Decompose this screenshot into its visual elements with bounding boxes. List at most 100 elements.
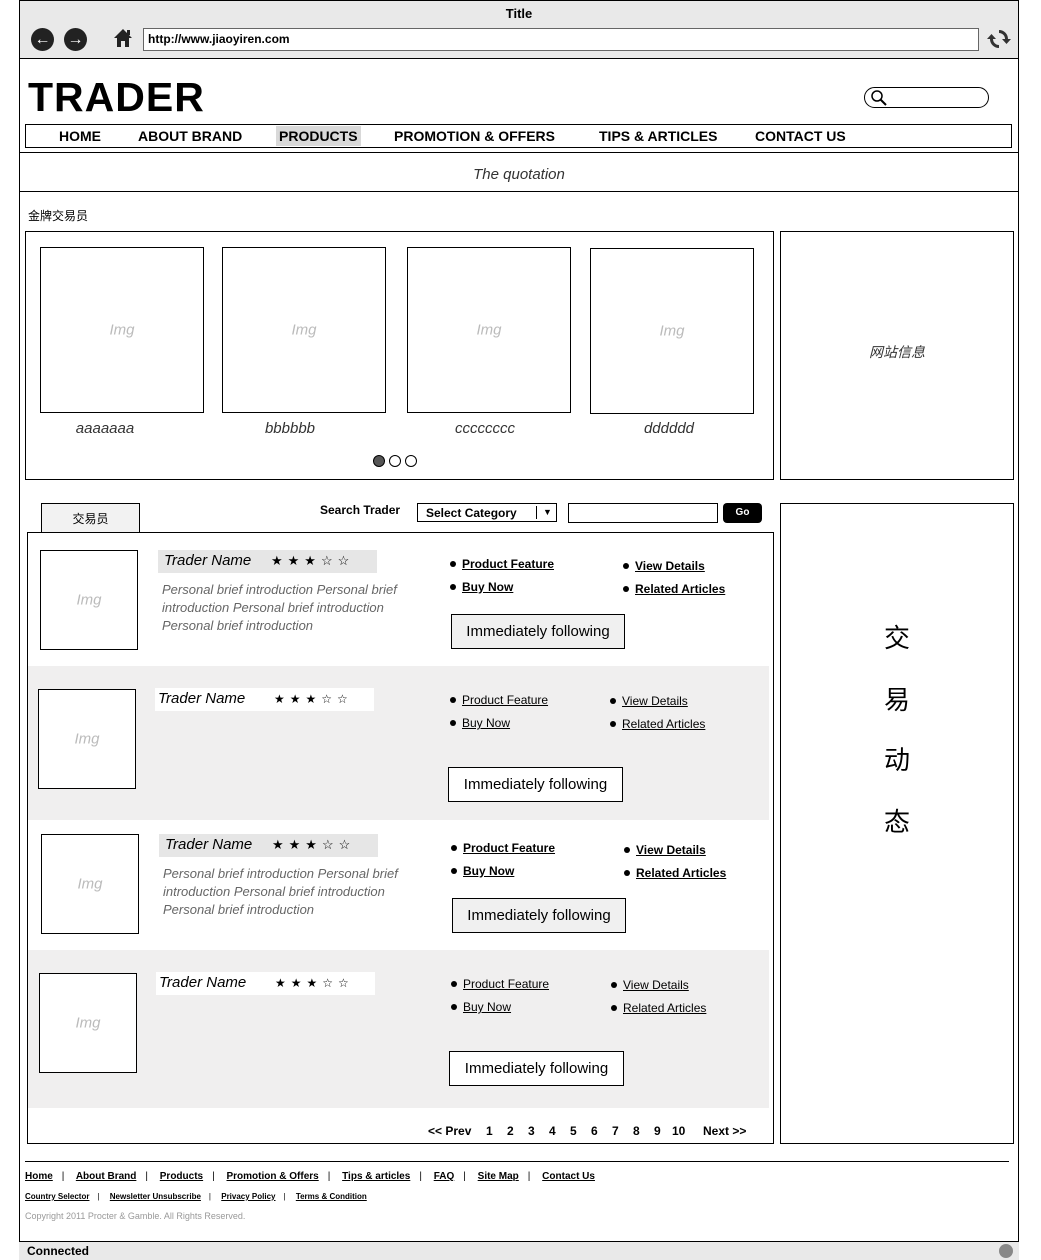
refresh-icon[interactable] bbox=[987, 27, 1011, 51]
view-details-link[interactable]: View Details bbox=[622, 694, 688, 708]
trader-search-input[interactable] bbox=[568, 503, 718, 523]
footer-link-home[interactable]: Home bbox=[25, 1171, 53, 1182]
footer-link-newsletter-unsubscribe[interactable]: Newsletter Unsubscribe bbox=[110, 1192, 201, 1201]
footer-link-faq[interactable]: FAQ bbox=[434, 1171, 455, 1182]
pagination-page[interactable]: 7 bbox=[612, 1124, 619, 1138]
trader-name-bar: Trader Name ★★★☆☆ bbox=[158, 550, 377, 573]
pagination-page[interactable]: 2 bbox=[507, 1124, 514, 1138]
footer-link-products[interactable]: Products bbox=[160, 1171, 203, 1182]
pagination-next[interactable]: Next >> bbox=[703, 1124, 746, 1138]
nav-home[interactable]: HOME bbox=[56, 126, 104, 146]
follow-button[interactable]: Immediately following bbox=[451, 614, 625, 649]
related-articles-link[interactable]: Related Articles bbox=[622, 717, 705, 731]
pagination-prev[interactable]: << Prev bbox=[428, 1124, 471, 1138]
related-articles-link[interactable]: Related Articles bbox=[635, 582, 725, 596]
related-articles-link[interactable]: Related Articles bbox=[636, 866, 726, 880]
trader-image[interactable]: Img bbox=[407, 247, 571, 413]
pagination-page[interactable]: 8 bbox=[633, 1124, 640, 1138]
footer-link-country-selector[interactable]: Country Selector bbox=[25, 1192, 89, 1201]
carousel-dot[interactable] bbox=[389, 455, 401, 467]
site-logo[interactable]: TRADER bbox=[28, 74, 205, 121]
nav-contact-us[interactable]: CONTACT US bbox=[752, 126, 849, 146]
trader-name[interactable]: Trader Name bbox=[164, 552, 251, 569]
trader-avatar[interactable]: Img bbox=[40, 550, 138, 650]
trader-avatar[interactable]: Img bbox=[39, 973, 137, 1073]
footer-link-contact-us[interactable]: Contact Us bbox=[542, 1171, 595, 1182]
carousel-dot[interactable] bbox=[373, 455, 385, 467]
trader-avatar[interactable]: Img bbox=[41, 834, 139, 934]
image-placeholder-label: Img bbox=[75, 1014, 101, 1032]
footer-link-privacy-policy[interactable]: Privacy Policy bbox=[221, 1192, 275, 1201]
bullet bbox=[451, 845, 457, 851]
status-bar: Connected bbox=[19, 1241, 1019, 1260]
product-feature-link[interactable]: Product Feature bbox=[462, 557, 554, 571]
product-feature-link[interactable]: Product Feature bbox=[463, 841, 555, 855]
quotation-text: The quotation bbox=[473, 166, 565, 183]
go-button[interactable]: Go bbox=[723, 503, 762, 523]
pagination-page[interactable]: 6 bbox=[591, 1124, 598, 1138]
trader-name-bar: Trader Name ★★★☆☆ bbox=[155, 688, 374, 711]
site-search-input[interactable] bbox=[864, 87, 989, 108]
trader-image[interactable]: Img bbox=[590, 248, 754, 414]
bullet bbox=[611, 1005, 617, 1011]
pagination-page[interactable]: 9 bbox=[654, 1124, 661, 1138]
pagination-page[interactable]: 3 bbox=[528, 1124, 535, 1138]
trader-intro: Personal brief introduction Personal bri… bbox=[162, 582, 397, 633]
view-details-link[interactable]: View Details bbox=[636, 843, 706, 857]
footer-link-promotion-offers[interactable]: Promotion & Offers bbox=[227, 1171, 319, 1182]
footer-link-about-brand[interactable]: About Brand bbox=[76, 1171, 137, 1182]
nav-products[interactable]: PRODUCTS bbox=[276, 126, 361, 146]
tab-traders[interactable]: 交易员 bbox=[41, 503, 140, 532]
status-text: Connected bbox=[27, 1244, 90, 1258]
trader-image[interactable]: Img bbox=[40, 247, 204, 413]
trader-avatar[interactable]: Img bbox=[38, 689, 136, 789]
nav-promotion-offers[interactable]: PROMOTION & OFFERS bbox=[391, 126, 558, 146]
nav-tips-articles[interactable]: TIPS & ARTICLES bbox=[596, 126, 721, 146]
pagination-page[interactable]: 5 bbox=[570, 1124, 577, 1138]
buy-now-link[interactable]: Buy Now bbox=[463, 864, 514, 878]
trader-name[interactable]: Trader Name bbox=[165, 836, 252, 853]
forward-icon[interactable]: → bbox=[64, 28, 87, 51]
footer-nav: Home | About Brand | Products | Promotion &… bbox=[25, 1171, 595, 1182]
buy-now-link[interactable]: Buy Now bbox=[462, 716, 510, 730]
product-feature-link[interactable]: Product Feature bbox=[462, 693, 548, 707]
address-bar[interactable]: http://www.jiaoyiren.com bbox=[143, 28, 979, 51]
follow-button[interactable]: Immediately following bbox=[452, 898, 626, 933]
category-select[interactable]: Select Category ▼ bbox=[417, 503, 557, 522]
footer-link-tips-articles[interactable]: Tips & articles bbox=[342, 1171, 410, 1182]
product-feature-link[interactable]: Product Feature bbox=[463, 977, 549, 991]
back-icon[interactable]: ← bbox=[31, 28, 54, 51]
footer-link-terms-condition[interactable]: Terms & Condition bbox=[296, 1192, 367, 1201]
bullet bbox=[450, 697, 456, 703]
related-articles-link[interactable]: Related Articles bbox=[623, 1001, 706, 1015]
divider bbox=[19, 191, 1019, 192]
view-details-link[interactable]: View Details bbox=[635, 559, 705, 573]
nav-about-brand[interactable]: ABOUT BRAND bbox=[135, 126, 245, 146]
trader-caption: bbbbbb bbox=[264, 420, 316, 437]
bullet bbox=[450, 584, 456, 590]
home-icon[interactable] bbox=[112, 27, 134, 49]
trader-name[interactable]: Trader Name bbox=[159, 974, 246, 991]
follow-button[interactable]: Immediately following bbox=[449, 1051, 624, 1086]
buy-now-link[interactable]: Buy Now bbox=[462, 580, 513, 594]
image-placeholder-label: Img bbox=[476, 321, 502, 339]
trader-name[interactable]: Trader Name bbox=[158, 690, 245, 707]
pagination-page[interactable]: 4 bbox=[549, 1124, 556, 1138]
pagination-page[interactable]: 10 bbox=[672, 1124, 685, 1138]
bullet bbox=[624, 870, 630, 876]
site-info-panel: 网站信息 bbox=[780, 231, 1014, 480]
follow-button[interactable]: Immediately following bbox=[448, 767, 623, 802]
trading-dynamics-panel: 交 易 动 态 bbox=[780, 503, 1014, 1144]
carousel-dot[interactable] bbox=[405, 455, 417, 467]
select-divider bbox=[536, 506, 537, 519]
pagination-page[interactable]: 1 bbox=[486, 1124, 493, 1138]
view-details-link[interactable]: View Details bbox=[623, 978, 689, 992]
buy-now-link[interactable]: Buy Now bbox=[463, 1000, 511, 1014]
bullet bbox=[623, 586, 629, 592]
trader-intro: Personal brief introduction Personal bri… bbox=[163, 866, 398, 917]
rating-stars: ★★★☆☆ bbox=[271, 553, 355, 568]
trader-image[interactable]: Img bbox=[222, 247, 386, 413]
footer-link-site-map[interactable]: Site Map bbox=[478, 1171, 519, 1182]
bullet bbox=[451, 1004, 457, 1010]
search-icon bbox=[871, 90, 887, 106]
